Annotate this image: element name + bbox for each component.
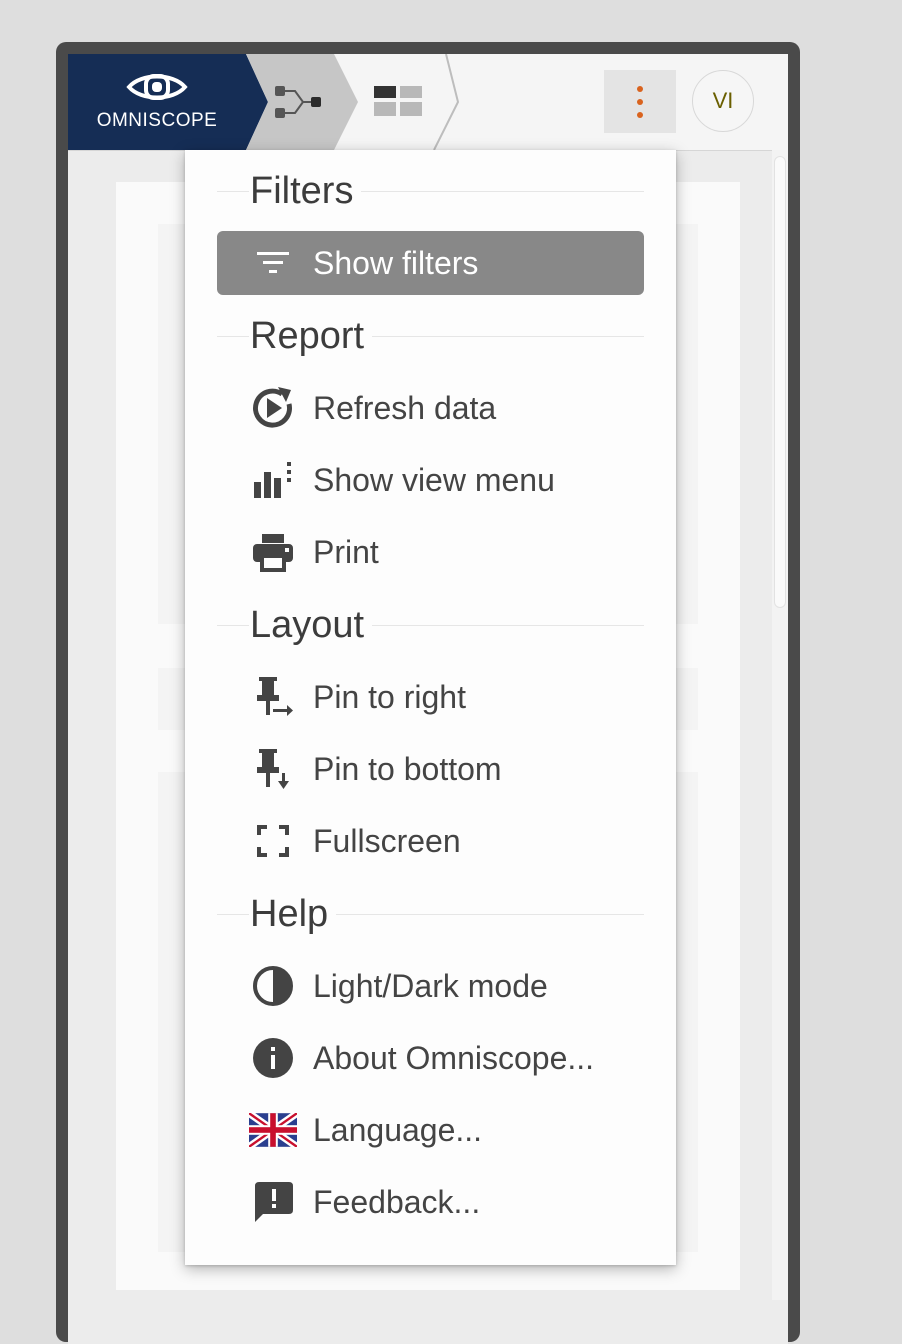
menu-item-show-view-menu[interactable]: Show view menu	[217, 448, 644, 512]
section-title-report: Report	[249, 311, 373, 361]
bar-chart-menu-icon	[249, 456, 297, 504]
printer-icon	[249, 528, 297, 576]
kebab-dot	[637, 99, 643, 105]
menu-item-label: Language...	[313, 1111, 483, 1148]
menu-item-language[interactable]: Language...	[217, 1098, 644, 1162]
vertical-scrollbar-thumb[interactable]	[774, 156, 786, 608]
refresh-play-icon	[249, 384, 297, 432]
pin-bottom-icon	[249, 745, 297, 793]
menu-item-fullscreen[interactable]: Fullscreen	[217, 809, 644, 873]
info-icon	[249, 1034, 297, 1082]
menu-item-label: Pin to bottom	[313, 750, 502, 787]
contrast-icon	[249, 962, 297, 1010]
eye-logo-icon	[126, 74, 188, 100]
section-title-layout: Layout	[249, 600, 373, 650]
menu-item-label: About Omniscope...	[313, 1039, 595, 1076]
kebab-dot	[637, 112, 643, 118]
section-title-filters: Filters	[249, 166, 362, 216]
section-title-help: Help	[249, 889, 337, 939]
feedback-icon	[249, 1178, 297, 1226]
top-navigation-bar: OMNISCOPE VI	[68, 54, 788, 151]
user-avatar[interactable]: VI	[692, 70, 754, 132]
logo-text: OMNISCOPE	[96, 110, 218, 131]
menu-item-print[interactable]: Print	[217, 520, 644, 584]
fullscreen-icon	[249, 817, 297, 865]
menu-item-feedback[interactable]: Feedback...	[217, 1170, 644, 1234]
pin-right-icon	[249, 673, 297, 721]
menu-item-label: Pin to right	[313, 678, 466, 715]
filter-icon	[249, 239, 297, 287]
menu-item-pin-to-bottom[interactable]: Pin to bottom	[217, 737, 644, 801]
report-layout-icon[interactable]	[373, 84, 423, 120]
workflow-nodes-icon	[275, 86, 321, 118]
menu-item-label: Light/Dark mode	[313, 967, 548, 1004]
menu-item-about-omniscope[interactable]: About Omniscope...	[217, 1026, 644, 1090]
more-options-menu: Filters Show filters Report Refresh data	[185, 150, 676, 1265]
menu-item-label: Print	[313, 533, 379, 570]
omniscope-logo[interactable]: OMNISCOPE	[68, 54, 246, 150]
kebab-dot	[637, 86, 643, 92]
menu-item-label: Show filters	[313, 244, 479, 281]
menu-item-label: Refresh data	[313, 389, 497, 426]
menu-item-show-filters[interactable]: Show filters	[217, 231, 644, 295]
uk-flag-icon	[249, 1106, 297, 1154]
menu-item-label: Feedback...	[313, 1183, 481, 1220]
menu-item-label: Fullscreen	[313, 822, 461, 859]
menu-item-label: Show view menu	[313, 461, 555, 498]
more-options-button[interactable]	[604, 70, 676, 133]
menu-item-refresh-data[interactable]: Refresh data	[217, 376, 644, 440]
menu-item-pin-to-right[interactable]: Pin to right	[217, 665, 644, 729]
menu-item-light-dark-mode[interactable]: Light/Dark mode	[217, 954, 644, 1018]
